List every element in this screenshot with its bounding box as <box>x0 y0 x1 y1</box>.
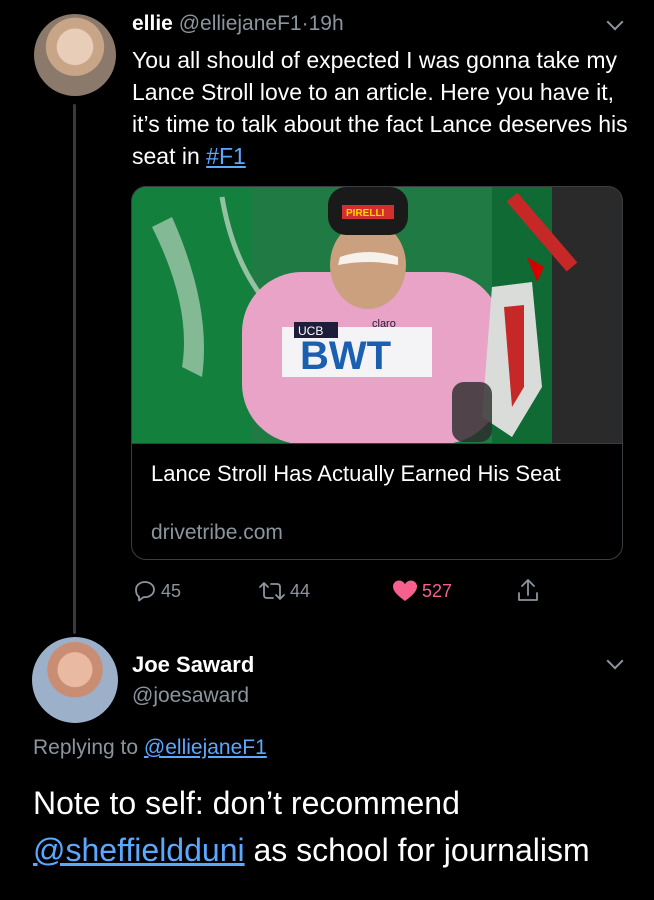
reply-count: 45 <box>161 580 182 601</box>
mention-link[interactable]: @sheffieldduni <box>33 832 245 868</box>
avatar-ellie[interactable] <box>34 14 116 96</box>
tweet1-text: You all should of expected I was gonna t… <box>132 44 632 172</box>
link-preview-card[interactable]: BWT UCB claro PIRELLI Lance Stroll Has A… <box>131 186 623 560</box>
tweet1-display-name[interactable]: ellie <box>132 12 173 35</box>
replying-to-line: Replying to @elliejaneF1 <box>33 736 267 760</box>
avatar-joe-saward[interactable] <box>32 637 118 723</box>
tweet1-handle[interactable]: @elliejaneF1 <box>179 12 302 35</box>
chevron-down-icon[interactable] <box>606 652 624 670</box>
cap-brand-logo: PIRELLI <box>346 208 385 219</box>
sleeve-logo: UCB <box>298 324 323 338</box>
retweet-count: 44 <box>290 580 311 601</box>
tweet2-text-suffix: as school for journalism <box>244 832 590 868</box>
retweet-button[interactable]: 44 <box>258 576 310 606</box>
card-image[interactable]: BWT UCB claro PIRELLI <box>132 187 622 444</box>
replying-prefix: Replying to <box>33 736 144 759</box>
reply-button[interactable]: 45 <box>133 576 181 606</box>
tweet1-timestamp[interactable]: 19h <box>309 12 344 35</box>
tweet2-text: Note to self: don’t recommend @sheffield… <box>33 780 643 874</box>
tweet1-action-bar: 45 44 527 <box>0 576 654 606</box>
replying-to-handle[interactable]: @elliejaneF1 <box>144 736 267 759</box>
tweet2-display-name[interactable]: Joe Saward <box>132 652 254 678</box>
like-count: 527 <box>422 580 453 601</box>
sponsor-logo: claro <box>372 318 396 330</box>
card-domain: drivetribe.com <box>151 521 283 544</box>
card-photo-illustration: BWT UCB claro PIRELLI <box>132 187 622 443</box>
card-title[interactable]: Lance Stroll Has Actually Earned His Sea… <box>151 459 591 489</box>
like-button[interactable]: 527 <box>392 576 452 606</box>
jersey-bwt-logo: BWT <box>300 334 391 378</box>
retweet-icon <box>259 582 285 600</box>
share-icon <box>518 579 538 601</box>
chevron-down-icon[interactable] <box>606 13 624 31</box>
share-button[interactable] <box>516 576 540 606</box>
hashtag-link[interactable]: #F1 <box>206 143 246 169</box>
tweet2-text-prefix: Note to self: don’t recommend <box>33 785 460 821</box>
heart-icon <box>393 580 417 601</box>
tweet1-header: ellie @elliejaneF1·19h <box>132 12 344 36</box>
tweet2-handle[interactable]: @joesaward <box>132 684 249 708</box>
tweet1-separator: · <box>301 12 309 35</box>
reply-icon <box>135 581 155 602</box>
thread-connector-line <box>73 104 76 634</box>
